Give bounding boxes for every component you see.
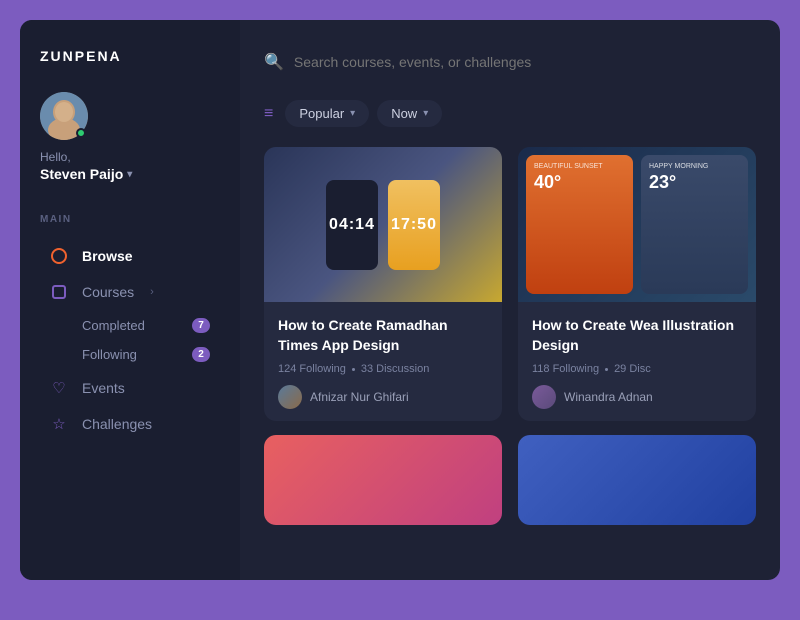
card-meta-2: 118 Following 29 Disc — [532, 363, 742, 375]
sidebar-item-label: Events — [82, 380, 125, 396]
popular-chevron-icon: ▾ — [350, 108, 355, 119]
card-column-1: 04:14 17:50 How to Create Ramadhan Times… — [264, 147, 502, 556]
course-card-1[interactable]: 04:14 17:50 How to Create Ramadhan Times… — [264, 147, 502, 421]
filter-lines-icon: ≡ — [264, 105, 273, 123]
popular-filter-button[interactable]: Popular ▾ — [285, 100, 369, 127]
discussion-count-1: 33 Discussion — [361, 363, 429, 375]
sidebar-item-browse[interactable]: Browse — [40, 239, 220, 273]
weather-label-2: HAPPY MORNING — [649, 163, 740, 170]
card-author-1: Afnizar Nur Ghifari — [278, 385, 488, 409]
filter-row: ≡ Popular ▾ Now ▾ — [264, 100, 756, 127]
sidebar: ZUNPENA Hello, Steven Paijo ▾ — [20, 20, 240, 580]
avatar — [40, 92, 88, 140]
cards-grid: 04:14 17:50 How to Create Ramadhan Times… — [264, 147, 756, 556]
weather-panel-hot: BEAUTIFUL SUNSET 40° — [526, 155, 633, 294]
card-meta-1: 124 Following 33 Discussion — [278, 363, 488, 375]
phone-mockup-gold: 17:50 — [388, 180, 440, 270]
course-card-4[interactable] — [518, 435, 756, 525]
weather-temp-1: 40° — [534, 172, 625, 193]
meta-separator — [352, 368, 355, 371]
following-count-1: 124 Following — [278, 363, 346, 375]
user-chevron-icon: ▾ — [127, 169, 132, 180]
nav-section-label: MAIN — [40, 214, 220, 225]
app-container: ZUNPENA Hello, Steven Paijo ▾ — [20, 20, 780, 580]
nav-menu: Browse Courses › Completed 7 Following 2 — [40, 239, 220, 441]
events-icon: ♡ — [50, 379, 68, 397]
card-thumbnail-2: BEAUTIFUL SUNSET 40° HAPPY MORNING 23° — [518, 147, 756, 302]
search-bar: 🔍 — [264, 44, 756, 80]
following-count-2: 118 Following — [532, 363, 599, 375]
phone-mockup-dark: 04:14 — [326, 180, 378, 270]
author-name-2: Winandra Adnan — [564, 390, 653, 404]
card-thumbnail-3 — [264, 435, 502, 525]
greeting-text: Hello, — [40, 150, 220, 164]
completed-badge: 7 — [192, 318, 210, 333]
card-author-2: Winandra Adnan — [532, 385, 742, 409]
course-card-2[interactable]: BEAUTIFUL SUNSET 40° HAPPY MORNING 23° H… — [518, 147, 756, 421]
author-avatar-2 — [532, 385, 556, 409]
sidebar-item-events[interactable]: ♡ Events — [40, 371, 220, 405]
sidebar-item-label: Courses — [82, 284, 134, 300]
courses-icon — [50, 283, 68, 301]
author-name-1: Afnizar Nur Ghifari — [310, 390, 409, 404]
discussion-count-2: 29 Disc — [614, 363, 651, 375]
sidebar-item-completed[interactable]: Completed 7 — [72, 311, 220, 340]
card-title-1: How to Create Ramadhan Times App Design — [278, 316, 488, 355]
card-title-2: How to Create Wea Illustration Design — [532, 316, 742, 355]
sidebar-item-following[interactable]: Following 2 — [72, 340, 220, 369]
following-badge: 2 — [192, 347, 210, 362]
now-filter-label: Now — [391, 106, 417, 121]
phone-time-1: 04:14 — [329, 216, 375, 234]
logo: ZUNPENA — [40, 48, 220, 64]
phone-time-2: 17:50 — [391, 216, 437, 234]
main-content: 🔍 ≡ Popular ▾ Now ▾ 04:14 — [240, 20, 780, 580]
weather-label-1: BEAUTIFUL SUNSET — [534, 163, 625, 170]
user-section: Hello, Steven Paijo ▾ — [40, 92, 220, 182]
search-icon: 🔍 — [264, 52, 284, 72]
browse-icon — [50, 247, 68, 265]
card-body-2: How to Create Wea Illustration Design 11… — [518, 302, 756, 421]
author-avatar-1 — [278, 385, 302, 409]
user-name-button[interactable]: Steven Paijo ▾ — [40, 166, 220, 182]
popular-filter-label: Popular — [299, 106, 344, 121]
now-filter-button[interactable]: Now ▾ — [377, 100, 442, 127]
course-card-3[interactable] — [264, 435, 502, 525]
sidebar-item-challenges[interactable]: ☆ Challenges — [40, 407, 220, 441]
card-thumbnail-4 — [518, 435, 756, 525]
challenges-icon: ☆ — [50, 415, 68, 433]
card-column-2: BEAUTIFUL SUNSET 40° HAPPY MORNING 23° H… — [518, 147, 756, 556]
weather-panel-cool: HAPPY MORNING 23° — [641, 155, 748, 294]
courses-arrow-icon: › — [150, 286, 154, 298]
sidebar-item-label: Challenges — [82, 416, 152, 432]
sidebar-item-label: Browse — [82, 248, 133, 264]
courses-submenu: Completed 7 Following 2 — [72, 311, 220, 369]
weather-temp-2: 23° — [649, 172, 740, 193]
card-body-1: How to Create Ramadhan Times App Design … — [264, 302, 502, 421]
now-chevron-icon: ▾ — [423, 108, 428, 119]
search-input[interactable] — [294, 54, 756, 70]
card-thumbnail-1: 04:14 17:50 — [264, 147, 502, 302]
meta-separator-2 — [605, 368, 608, 371]
sidebar-item-courses[interactable]: Courses › — [40, 275, 220, 309]
online-indicator — [76, 128, 86, 138]
